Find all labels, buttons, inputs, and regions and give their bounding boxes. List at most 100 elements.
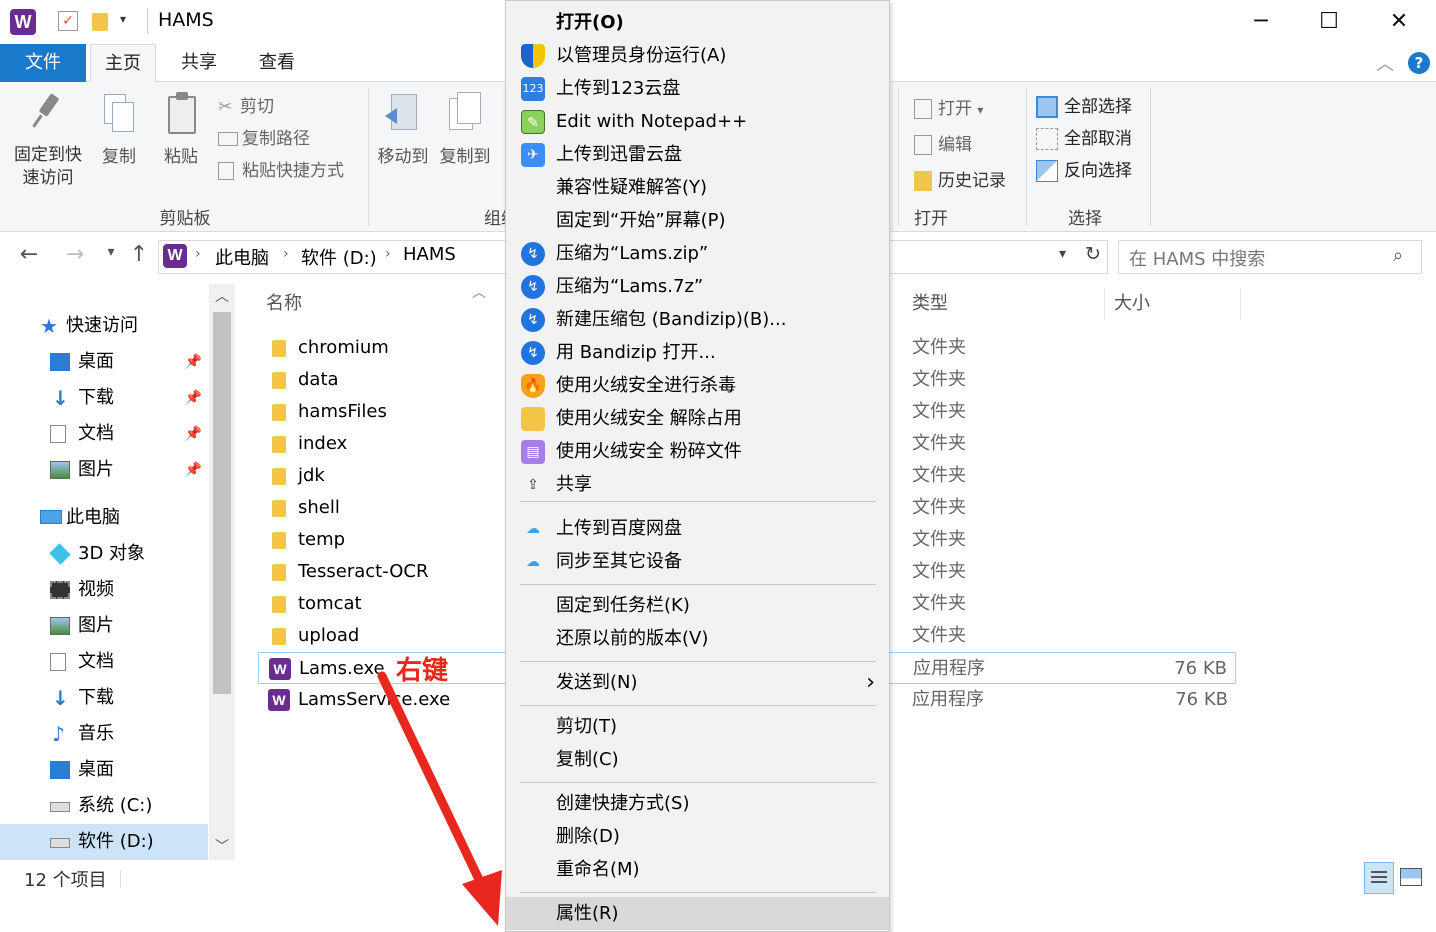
- copy-to-button[interactable]: 复制到: [436, 92, 494, 169]
- context-menu-item[interactable]: 使用火绒安全 解除占用: [506, 402, 889, 435]
- open-label: 打开: [938, 99, 972, 119]
- column-divider[interactable]: [1104, 288, 1105, 320]
- context-menu-item[interactable]: 创建快捷方式(S): [506, 787, 889, 820]
- context-menu-item[interactable]: 剪切(T): [506, 710, 889, 743]
- context-menu-item[interactable]: ↯ 新建压缩包 (Bandizip)(B)...: [506, 303, 889, 336]
- move-to-button[interactable]: 移动到: [374, 92, 432, 169]
- context-menu-item[interactable]: 打开(O): [506, 6, 889, 39]
- context-menu-item[interactable]: 复制(C): [506, 743, 889, 776]
- select-all-button[interactable]: 全部选择: [1036, 92, 1132, 118]
- nav-quick-access[interactable]: ★ 快速访问: [0, 308, 208, 344]
- pin-quick-access-button[interactable]: 固定到快 速访问: [10, 92, 86, 190]
- context-menu-item[interactable]: 固定到任务栏(K): [506, 589, 889, 622]
- qat-dropdown-icon[interactable]: ▾: [120, 12, 126, 26]
- back-button[interactable]: ←: [14, 242, 44, 267]
- context-menu-item[interactable]: 兼容性疑难解答(Y): [506, 171, 889, 204]
- nav-item-videos[interactable]: 视频: [0, 572, 208, 608]
- open-button[interactable]: 打开 ▾: [914, 94, 983, 119]
- context-menu-item[interactable]: ▤ 使用火绒安全 粉碎文件: [506, 435, 889, 468]
- context-menu-item[interactable]: 属性(R): [506, 897, 889, 930]
- file-type: 文件夹: [912, 529, 966, 550]
- cut-button[interactable]: ✂ 剪切: [218, 92, 274, 117]
- context-menu-item[interactable]: 重命名(M): [506, 853, 889, 886]
- nav-item-pictures-pc[interactable]: 图片: [0, 608, 208, 644]
- scroll-down-icon[interactable]: ﹀: [215, 836, 229, 856]
- nav-item-desktop[interactable]: 桌面 📌: [0, 344, 208, 380]
- breadcrumb-this-pc[interactable]: 此电脑: [215, 244, 269, 270]
- move-to-icon: [385, 92, 421, 136]
- nav-item-desktop-pc[interactable]: 桌面: [0, 752, 208, 788]
- nav-this-pc[interactable]: 此电脑: [0, 500, 208, 536]
- search-icon[interactable]: ⌕: [1393, 245, 1403, 266]
- nav-item-drive-c[interactable]: 系统 (C:): [0, 788, 208, 824]
- maximize-button[interactable]: ☐: [1294, 0, 1364, 44]
- minimize-button[interactable]: ─: [1226, 0, 1296, 44]
- nav-item-pictures[interactable]: 图片 📌: [0, 452, 208, 488]
- context-menu-item[interactable]: ⇪ 共享: [506, 468, 889, 501]
- column-header-size[interactable]: 大小: [1114, 288, 1150, 320]
- select-none-button[interactable]: 全部取消: [1036, 124, 1132, 150]
- tab-file[interactable]: 文件: [0, 44, 86, 82]
- tab-share[interactable]: 共享: [166, 44, 232, 82]
- pin-icon[interactable]: 📌: [185, 452, 202, 488]
- column-divider[interactable]: [1240, 288, 1241, 320]
- copy-button[interactable]: 复制: [96, 92, 142, 169]
- invert-selection-button[interactable]: 反向选择: [1036, 156, 1132, 182]
- context-menu-item[interactable]: 以管理员身份运行(A): [506, 39, 889, 72]
- tab-home[interactable]: 主页: [90, 44, 156, 83]
- recent-locations-button[interactable]: ▾: [96, 244, 126, 260]
- nav-item-documents-pc[interactable]: 文档: [0, 644, 208, 680]
- context-menu-item[interactable]: 删除(D): [506, 820, 889, 853]
- large-icons-view-button[interactable]: [1400, 868, 1422, 886]
- context-menu-item[interactable]: 发送到(N) ›: [506, 666, 889, 699]
- address-dropdown-icon[interactable]: ▾: [1059, 246, 1066, 262]
- paste-button[interactable]: 粘贴: [158, 92, 204, 169]
- context-menu-item[interactable]: ↯ 压缩为“Lams.7z”: [506, 270, 889, 303]
- tab-view[interactable]: 查看: [244, 44, 310, 82]
- nav-item-drive-d[interactable]: 软件 (D:): [0, 824, 208, 860]
- forward-button[interactable]: →: [60, 242, 90, 267]
- nav-item-downloads[interactable]: ↓ 下载 📌: [0, 380, 208, 416]
- column-header-type[interactable]: 类型: [912, 288, 948, 320]
- history-button[interactable]: 历史记录: [914, 166, 1006, 191]
- scroll-thumb[interactable]: [213, 312, 231, 694]
- context-menu-item[interactable]: ↯ 压缩为“Lams.zip”: [506, 237, 889, 270]
- pin-icon[interactable]: 📌: [185, 344, 202, 380]
- refresh-icon[interactable]: ↻: [1085, 243, 1101, 265]
- collapse-ribbon-icon[interactable]: ︿: [1376, 50, 1394, 76]
- scroll-up-icon[interactable]: ︿: [215, 286, 229, 306]
- nav-item-documents[interactable]: 文档 📌: [0, 416, 208, 452]
- close-button[interactable]: ✕: [1364, 0, 1434, 44]
- search-input[interactable]: 在 HAMS 中搜索: [1129, 245, 1265, 271]
- column-header-name[interactable]: 名称: [266, 288, 302, 320]
- search-box[interactable]: 在 HAMS 中搜索 ⌕: [1118, 240, 1422, 274]
- nav-item-downloads-pc[interactable]: ↓ 下载: [0, 680, 208, 716]
- properties-icon[interactable]: ✓: [58, 11, 78, 31]
- context-menu-item[interactable]: 还原以前的版本(V): [506, 622, 889, 655]
- nav-scrollbar[interactable]: ︿ ﹀: [209, 284, 235, 860]
- breadcrumb-hams[interactable]: HAMS: [403, 244, 456, 265]
- context-menu-item[interactable]: 🔥 使用火绒安全进行杀毒: [506, 369, 889, 402]
- help-icon[interactable]: ?: [1408, 52, 1430, 74]
- edit-button[interactable]: 编辑: [914, 130, 972, 155]
- context-menu-item[interactable]: 123 上传到123云盘: [506, 72, 889, 105]
- up-button[interactable]: ↑: [124, 242, 154, 267]
- context-menu-item[interactable]: ☁ 上传到百度网盘: [506, 512, 889, 545]
- paste-shortcut-button[interactable]: 粘贴快捷方式: [218, 156, 344, 181]
- context-menu-item[interactable]: ✈ 上传到迅雷云盘: [506, 138, 889, 171]
- new-folder-icon[interactable]: [92, 13, 108, 31]
- nav-item-music[interactable]: ♪ 音乐: [0, 716, 208, 752]
- context-menu-label: 打开(O): [556, 12, 624, 33]
- context-menu-item[interactable]: ✎ Edit with Notepad++: [506, 105, 889, 138]
- nav-item-3d-objects[interactable]: 3D 对象: [0, 536, 208, 572]
- pin-icon[interactable]: 📌: [185, 380, 202, 416]
- details-view-icon: [1371, 871, 1387, 873]
- details-view-button[interactable]: [1364, 862, 1394, 894]
- copy-path-button[interactable]: 复制路径: [218, 124, 310, 149]
- context-menu-item[interactable]: 固定到“开始”屏幕(P): [506, 204, 889, 237]
- context-menu-item[interactable]: ☁ 同步至其它设备: [506, 545, 889, 578]
- breadcrumb-drive-d[interactable]: 软件 (D:): [301, 244, 377, 270]
- pin-icon[interactable]: 📌: [185, 416, 202, 452]
- context-menu-item[interactable]: ↯ 用 Bandizip 打开...: [506, 336, 889, 369]
- nav-item-label: 文档: [78, 651, 114, 672]
